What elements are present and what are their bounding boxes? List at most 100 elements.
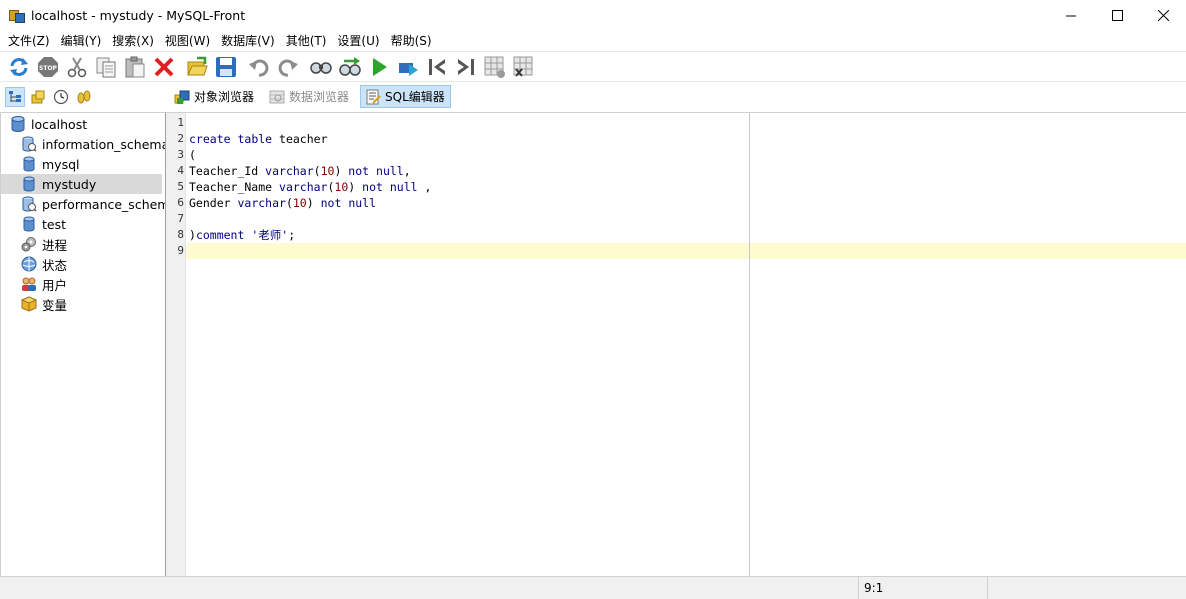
run-button[interactable] [366, 54, 392, 80]
refresh-icon [10, 57, 28, 76]
undo-icon [249, 59, 269, 77]
code-line[interactable]: Teacher_Name varchar(10) not null , [189, 179, 1179, 195]
paste-button[interactable] [122, 54, 148, 80]
code-line[interactable]: )comment '老师'; [189, 227, 1179, 243]
status-bar: 9:1 [0, 576, 1186, 599]
code-line[interactable] [189, 115, 1179, 131]
menu-other[interactable]: 其他(T) [282, 31, 334, 51]
code-line[interactable] [189, 211, 1179, 227]
tree-item-label: performance_schema [42, 196, 166, 212]
tree-item-label: 进程 [42, 237, 68, 253]
variables-icon [21, 296, 37, 312]
menu-database[interactable]: 数据库(V) [217, 31, 282, 51]
copy-icon [96, 57, 116, 77]
favorites-button[interactable] [28, 87, 48, 107]
first-button[interactable] [424, 54, 450, 80]
view-tabs: 对象浏览器 数据浏览器 SQL编辑器 [170, 85, 457, 108]
code-line[interactable]: Gender varchar(10) not null [189, 195, 1179, 211]
grid-delete-icon [513, 56, 533, 77]
line-number: 1 [177, 116, 184, 129]
delete-button[interactable] [151, 54, 177, 80]
tab-object-browser[interactable]: 对象浏览器 [170, 85, 259, 108]
tab-object-browser-label: 对象浏览器 [194, 90, 255, 104]
maximize-button[interactable] [1094, 0, 1140, 31]
run-selection-button[interactable] [395, 54, 421, 80]
minimize-button[interactable] [1048, 0, 1094, 31]
tree-item-label: localhost [31, 116, 88, 132]
data-browser-icon [269, 89, 285, 105]
code-area[interactable]: create table teacher ( Teacher_Id varcha… [189, 115, 1179, 259]
redo-icon [278, 59, 298, 77]
tab-sql-editor-label: SQL编辑器 [385, 90, 445, 104]
refresh-button[interactable] [6, 54, 32, 80]
replace-button[interactable] [337, 54, 363, 80]
code-line[interactable]: create table teacher [189, 131, 1179, 147]
snippets-button[interactable] [74, 87, 94, 107]
tab-data-browser[interactable]: 数据浏览器 [265, 85, 354, 108]
sql-editor[interactable]: 1 2 3 4 5 6 7 8 9 create table teacher (… [166, 112, 1186, 576]
open-button[interactable] [184, 54, 210, 80]
tree-item-label: 变量 [42, 297, 68, 313]
tab-data-browser-label: 数据浏览器 [289, 90, 350, 104]
grid-delete-button[interactable] [511, 54, 537, 80]
tree-item-mysql[interactable]: mysql [1, 154, 165, 174]
maximize-icon [1111, 10, 1123, 21]
menu-search[interactable]: 搜索(X) [108, 31, 161, 51]
view-bar: 对象浏览器 数据浏览器 SQL编辑器 [0, 82, 1186, 111]
find-button[interactable] [308, 54, 334, 80]
last-icon [458, 58, 474, 75]
undo-button[interactable] [246, 54, 272, 80]
copy-button[interactable] [93, 54, 119, 80]
process-icon [21, 236, 37, 252]
menu-settings[interactable]: 设置(U) [333, 31, 386, 51]
code-line[interactable] [189, 243, 1179, 259]
menu-help[interactable]: 帮助(S) [387, 31, 439, 51]
sql-editor-icon [365, 89, 381, 105]
menu-file[interactable]: 文件(Z) [4, 31, 57, 51]
app-icon [9, 8, 25, 24]
redo-button[interactable] [275, 54, 301, 80]
cut-button[interactable] [64, 54, 90, 80]
object-tree: localhost information_schema mysql mystu… [0, 112, 166, 576]
tree-item-label: 状态 [42, 257, 68, 273]
system-db-icon [21, 196, 37, 212]
tree-item-status[interactable]: 状态 [1, 254, 165, 274]
stop-icon: STOP [38, 56, 58, 77]
tree-item-processes[interactable]: 进程 [1, 234, 165, 254]
run-icon [373, 57, 387, 76]
tree-item-localhost[interactable]: localhost [1, 114, 165, 134]
tree-item-test[interactable]: test [1, 214, 165, 234]
title-bar: localhost - mystudy - MySQL-Front [0, 0, 1186, 31]
code-line[interactable]: ( [189, 147, 1179, 163]
tree-item-variables[interactable]: 变量 [1, 294, 165, 314]
system-db-icon [21, 136, 37, 152]
tree-item-label: 用户 [42, 277, 68, 293]
open-icon [187, 56, 208, 75]
tree-item-users[interactable]: 用户 [1, 274, 165, 294]
last-button[interactable] [453, 54, 479, 80]
menu-edit[interactable]: 编辑(Y) [57, 31, 109, 51]
main-toolbar: STOP [0, 51, 1186, 82]
line-number: 5 [177, 180, 184, 193]
tree-item-performance-schema[interactable]: performance_schema [1, 194, 165, 214]
line-number: 9 [177, 244, 184, 257]
code-line[interactable]: Teacher_Id varchar(10) not null, [189, 163, 1179, 179]
tree-item-mystudy[interactable]: mystudy [1, 174, 162, 194]
line-numbers: 1 2 3 4 5 6 7 8 9 [166, 115, 184, 259]
close-button[interactable] [1140, 0, 1186, 31]
save-button[interactable] [213, 54, 239, 80]
stop-button[interactable]: STOP [35, 54, 61, 80]
snippets-icon [77, 90, 91, 103]
line-number: 6 [177, 196, 184, 209]
first-icon [429, 58, 445, 75]
history-button[interactable] [51, 87, 71, 107]
grid-add-button[interactable] [482, 54, 508, 80]
users-icon [21, 276, 37, 292]
delete-icon [154, 57, 174, 76]
tab-sql-editor[interactable]: SQL编辑器 [360, 85, 451, 108]
tree-item-information-schema[interactable]: information_schema [1, 134, 165, 154]
menu-view[interactable]: 视图(W) [161, 31, 217, 51]
save-icon [216, 56, 236, 77]
object-browser-icon [174, 89, 190, 105]
tree-view-button[interactable] [5, 86, 25, 107]
